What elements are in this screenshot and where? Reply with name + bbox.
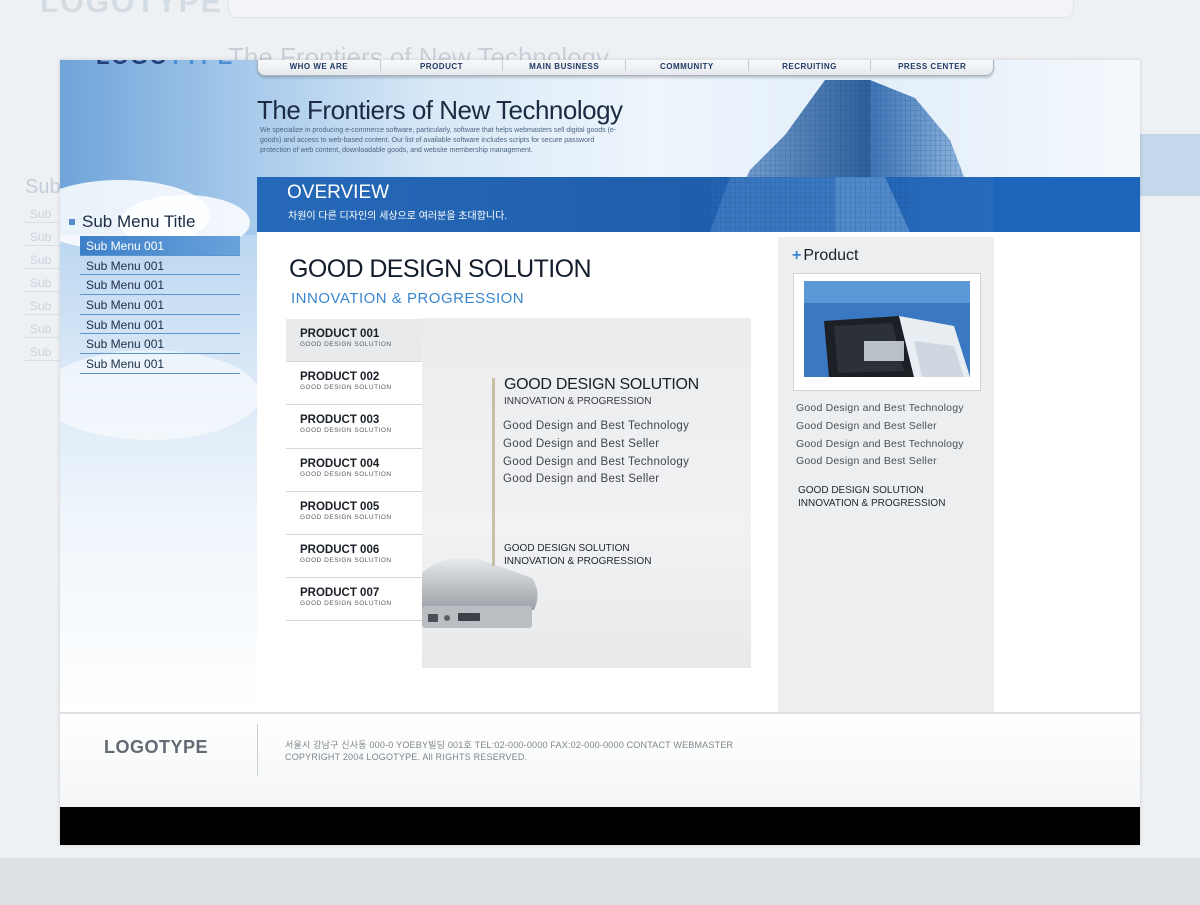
- logo[interactable]: LOGOTYPE: [96, 60, 234, 70]
- plus-icon: +: [792, 247, 802, 264]
- product-sidebar-lines: Good Design and Best Technology Good Des…: [796, 402, 964, 473]
- product-name: PRODUCT 002: [300, 371, 380, 384]
- product-desc: GOOD DESIGN SOLUTION: [300, 470, 392, 478]
- product-name: PRODUCT 003: [300, 414, 380, 427]
- product-item[interactable]: PRODUCT 003 GOOD DESIGN SOLUTION: [286, 405, 422, 449]
- ghost-row: Sub: [24, 319, 60, 338]
- sub-menu-item[interactable]: Sub Menu 001: [80, 236, 240, 256]
- product-sidebar: + Product Good Design and Best Technology…: [778, 237, 994, 713]
- top-navigation: WHO WE ARE PRODUCT MAIN BUSINESS COMMUNI…: [257, 60, 994, 76]
- product-photo[interactable]: [793, 273, 981, 391]
- sub-menu: Sub Menu Title Sub Menu 001 Sub Menu 001…: [80, 212, 240, 374]
- ghost-row: Sub: [24, 296, 60, 315]
- sub-menu-item[interactable]: Sub Menu 001: [80, 354, 240, 374]
- divider-line: [492, 378, 495, 566]
- ghost-submenu-title: Sub: [25, 176, 61, 198]
- product-item[interactable]: PRODUCT 002 GOOD DESIGN SOLUTION: [286, 362, 422, 406]
- product-desc: GOOD DESIGN SOLUTION: [300, 600, 392, 608]
- page-card: LOGOTYPE WHO WE ARE PRODUCT MAIN BUSINES…: [60, 60, 1140, 845]
- briefcase-image: [804, 281, 970, 377]
- overview-subtitle: 차원이 다른 디자인의 세상으로 여러분을 초대합니다.: [288, 211, 508, 222]
- product-item[interactable]: PRODUCT 004 GOOD DESIGN SOLUTION: [286, 448, 422, 492]
- ghost-logo: LOGOTYPE: [40, 0, 223, 19]
- nav-main-business[interactable]: MAIN BUSINESS: [503, 60, 627, 71]
- feature-subheading: INNOVATION & PROGRESSION: [504, 396, 652, 407]
- nav-who-we-are[interactable]: WHO WE ARE: [258, 60, 381, 71]
- product-sidebar-line: Good Design and Best Seller: [796, 455, 937, 468]
- product-sidebar-title: + Product: [792, 247, 859, 264]
- product-desc: GOOD DESIGN SOLUTION: [300, 427, 392, 435]
- nav-press-center[interactable]: PRESS CENTER: [871, 60, 993, 71]
- nav-community[interactable]: COMMUNITY: [626, 60, 749, 71]
- footer-copyright: COPYRIGHT 2004 LOGOTYPE. All RIGHTS RESE…: [285, 752, 528, 762]
- sub-menu-item[interactable]: Sub Menu 001: [80, 315, 240, 335]
- feature-line: Good Design and Best Seller: [503, 437, 660, 450]
- sub-menu-item[interactable]: Sub Menu 001: [80, 295, 240, 315]
- footer-vertical-divider: [257, 724, 258, 776]
- product-desc: GOOD DESIGN SOLUTION: [300, 384, 392, 392]
- product-name: PRODUCT 004: [300, 457, 380, 470]
- band-extension: [993, 177, 1140, 232]
- sub-menu-item[interactable]: Sub Menu 001: [80, 275, 240, 296]
- ghost-row: Sub: [24, 342, 60, 361]
- floor-band: [0, 858, 1200, 905]
- feature-line: Good Design and Best Technology: [503, 420, 690, 432]
- nav-recruiting[interactable]: RECRUITING: [749, 60, 872, 71]
- product-item[interactable]: PRODUCT 007 GOOD DESIGN SOLUTION: [286, 578, 422, 622]
- product-sidebar-foot: GOOD DESIGN SOLUTION: [798, 485, 924, 496]
- hero-description: We specialize in producing e-commerce so…: [260, 127, 617, 154]
- product-desc: GOOD DESIGN SOLUTION: [300, 556, 392, 564]
- footer-address: 서울시 강남구 신사동 000-0 YOEBY빌딩 001호 TEL:02-00…: [285, 740, 734, 750]
- product-sidebar-foot: INNOVATION & PROGRESSION: [798, 498, 946, 509]
- ghost-row: Sub: [24, 273, 60, 292]
- product-name: PRODUCT 007: [300, 587, 380, 600]
- nav-product[interactable]: PRODUCT: [381, 60, 504, 71]
- feature-panel: GOOD DESIGN SOLUTION INNOVATION & PROGRE…: [422, 318, 751, 668]
- product-desc: GOOD DESIGN SOLUTION: [300, 513, 392, 521]
- main-subheadline: INNOVATION & PROGRESSION: [291, 290, 525, 307]
- product-item[interactable]: PRODUCT 001 GOOD DESIGN SOLUTION: [286, 319, 422, 363]
- product-name: PRODUCT 001: [300, 328, 380, 340]
- product-name: PRODUCT 005: [300, 500, 380, 513]
- ghost-row: Sub: [24, 250, 60, 269]
- product-sidebar-line: Good Design and Best Technology: [796, 437, 964, 450]
- bottom-black-bar: [60, 807, 1140, 845]
- feature-heading: GOOD DESIGN SOLUTION: [504, 376, 699, 393]
- laptop-image: [422, 558, 538, 628]
- product-item[interactable]: PRODUCT 005 GOOD DESIGN SOLUTION: [286, 491, 422, 535]
- feature-foot-line: INNOVATION & PROGRESSION: [504, 556, 652, 567]
- footer-logo[interactable]: LOGOTYPE: [104, 737, 208, 758]
- feature-lines: Good Design and Best Technology Good Des…: [503, 420, 689, 491]
- product-item[interactable]: PRODUCT 006 GOOD DESIGN SOLUTION: [286, 534, 422, 579]
- ghost-row: Sub: [24, 204, 60, 223]
- product-list: PRODUCT 001 GOOD DESIGN SOLUTION PRODUCT…: [286, 319, 422, 622]
- product-sidebar-line: Good Design and Best Technology: [796, 402, 964, 414]
- main-headline: GOOD DESIGN SOLUTION: [289, 255, 592, 283]
- sub-menu-item[interactable]: Sub Menu 001: [80, 334, 240, 355]
- feature-line: Good Design and Best Seller: [503, 473, 660, 486]
- footer: [60, 714, 1140, 807]
- sub-menu-title: Sub Menu Title: [80, 212, 240, 236]
- product-sidebar-line: Good Design and Best Seller: [796, 419, 937, 432]
- product-name: PRODUCT 006: [300, 543, 380, 556]
- feature-line: Good Design and Best Technology: [503, 455, 690, 468]
- band-building-image: [710, 177, 990, 232]
- ghost-row: Sub: [24, 227, 60, 246]
- product-desc: GOOD DESIGN SOLUTION: [300, 341, 392, 348]
- feature-foot-line: GOOD DESIGN SOLUTION: [504, 543, 630, 554]
- overview-title: OVERVIEW: [287, 182, 390, 203]
- ghost-nav: [228, 0, 1074, 18]
- hero-title: The Frontiers of New Technology: [257, 95, 623, 125]
- ghost-band: [1140, 134, 1200, 196]
- sub-menu-item[interactable]: Sub Menu 001: [80, 256, 240, 276]
